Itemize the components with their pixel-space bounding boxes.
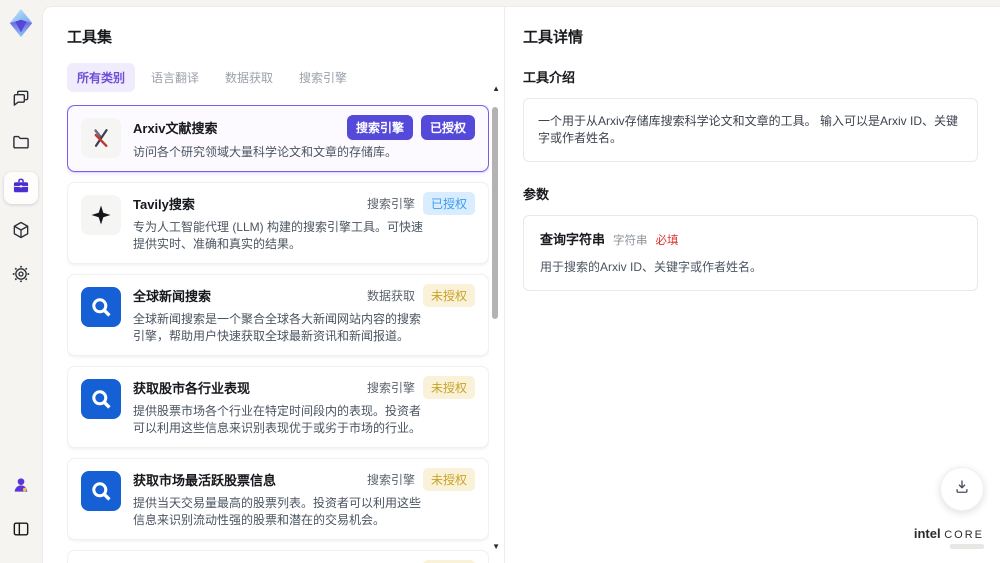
sidebar-item-packages[interactable] — [4, 216, 38, 248]
brand-subtext-blur — [950, 544, 984, 549]
tool-description: 专为人工智能代理 (LLM) 构建的搜索引擎工具。可快速提供实时、准确和真实的结… — [133, 219, 424, 252]
app-logo-icon — [6, 8, 36, 38]
params-heading: 参数 — [523, 187, 550, 202]
category-badge: 搜索引擎 — [346, 115, 413, 140]
magnifier-logo-icon — [81, 470, 121, 511]
sidebar-item-settings[interactable] — [4, 260, 38, 292]
app-window: 工具集 所有类别 语言翻译 数据获取 搜索引擎 Arxiv文献搜索 搜索引擎 已授权 … — [0, 0, 1000, 563]
tab-3[interactable]: 搜索引擎 — [289, 63, 357, 92]
tab-2[interactable]: 数据获取 — [215, 63, 283, 92]
category-badge: 数据获取 — [366, 288, 415, 303]
auth-status-badge: 未授权 — [422, 467, 475, 491]
panel-layout-icon — [11, 519, 31, 544]
folder-icon — [11, 132, 31, 157]
scroll-down-arrow[interactable]: ▼ — [492, 543, 500, 551]
main-content: 工具集 所有类别 语言翻译 数据获取 搜索引擎 Arxiv文献搜索 搜索引擎 已授权 … — [42, 6, 1000, 563]
gear-icon — [11, 264, 31, 289]
tool-list: Arxiv文献搜索 搜索引擎 已授权 访问各个研究领域大量科学论文和文章的存储库… — [67, 105, 489, 563]
intro-heading: 工具介绍 — [523, 70, 576, 85]
sidebar-item-collapse[interactable] — [4, 515, 38, 547]
tool-name: Tavily搜索 — [133, 196, 195, 212]
tool-description: 提供股票市场各个行业在特定时间段内的表现。投资者可以利用这些信息来识别表现优于或… — [133, 403, 422, 436]
tab-0[interactable]: 所有类别 — [67, 63, 136, 92]
tool-name: 获取市场最活跃股票信息 — [133, 472, 277, 488]
tool-name: 全球新闻搜索 — [133, 288, 212, 304]
magnifier-logo-icon — [81, 378, 121, 419]
parameter-card: 查询字符串 字符串 必填 用于搜索的Arxiv ID、关键字或作者姓名。 — [523, 215, 978, 291]
user-icon — [11, 475, 31, 500]
arxiv-logo-icon — [81, 118, 121, 158]
auth-status-badge: 未授权 — [422, 375, 475, 399]
tavily-star-icon — [81, 194, 121, 235]
tool-card[interactable]: Tavily搜索 搜索引擎 已授权 专为人工智能代理 (LLM) 构建的搜索引擎… — [67, 181, 489, 264]
tool-name: 获取股市各行业表现 — [133, 380, 251, 396]
scrollbar-thumb[interactable] — [492, 107, 498, 319]
brand-core-text: core — [944, 529, 984, 541]
sidebar-item-files[interactable] — [4, 128, 38, 160]
download-icon — [953, 478, 971, 501]
detail-title: 工具详情 — [523, 29, 584, 46]
auth-status-badge: 已授权 — [420, 115, 475, 140]
scrollbar[interactable] — [492, 95, 498, 547]
tool-description: 访问各个研究领域大量科学论文和文章的存储库。 — [133, 145, 398, 159]
category-badge: 搜索引擎 — [366, 196, 415, 211]
scroll-up-arrow[interactable]: ▲ — [492, 85, 500, 93]
sidebar-item-user[interactable] — [4, 471, 38, 503]
sidebar-item-toolbox[interactable] — [4, 172, 38, 204]
param-name: 查询字符串 — [540, 232, 606, 247]
tab-1[interactable]: 语言翻译 — [141, 63, 209, 92]
cube-icon — [11, 220, 31, 245]
param-description: 用于搜索的Arxiv ID、关键字或作者姓名。 — [540, 260, 763, 274]
tool-detail-pane: 工具详情 工具介绍 一个用于从Arxiv存储库搜索科学论文和文章的工具。 输入可… — [504, 7, 1000, 563]
brand-intel-text: intel — [913, 526, 941, 541]
tool-card[interactable]: 获取股市各行业表现 搜索引擎 未授权 提供股票市场各个行业在特定时间段内的表现。… — [67, 365, 489, 448]
category-badge: 搜索引擎 — [366, 380, 415, 395]
tool-card[interactable]: Arxiv文献搜索 搜索引擎 已授权 访问各个研究领域大量科学论文和文章的存储库… — [67, 105, 489, 172]
tool-list-pane: 工具集 所有类别 语言翻译 数据获取 搜索引擎 Arxiv文献搜索 搜索引擎 已授权 … — [43, 7, 504, 563]
tool-card[interactable]: 全球新闻搜索 数据获取 未授权 全球新闻搜索是一个聚合全球各大新闻网站内容的搜索… — [67, 273, 489, 356]
tool-description: 全球新闻搜索是一个聚合全球各大新闻网站内容的搜索引擎，帮助用户快速获取全球最新资… — [133, 311, 422, 344]
page-title: 工具集 — [67, 29, 113, 46]
tool-card[interactable]: 万维地区新闻查询 搜索引擎 未授权 查询具体行政区划内的新闻，快速了解各地新闻动… — [67, 549, 489, 563]
tool-intro-text: 一个用于从Arxiv存储库搜索科学论文和文章的工具。 输入可以是Arxiv ID… — [523, 98, 978, 162]
magnifier-logo-icon — [81, 286, 121, 327]
sidebar-item-chat[interactable] — [4, 84, 38, 116]
param-required-badge: 必填 — [655, 235, 679, 247]
download-button[interactable] — [940, 467, 984, 511]
auth-status-badge: 已授权 — [422, 191, 475, 215]
tool-card[interactable]: 获取市场最活跃股票信息 搜索引擎 未授权 提供当天交易量最高的股票列表。投资者可… — [67, 457, 489, 540]
auth-status-badge: 未授权 — [422, 283, 475, 307]
category-badge: 搜索引擎 — [366, 472, 415, 487]
chat-icon — [11, 88, 31, 113]
toolbox-icon — [11, 176, 31, 201]
tool-description: 提供当天交易量最高的股票列表。投资者可以利用这些信息来识别流动性强的股票和潜在的… — [133, 495, 422, 528]
tool-name: Arxiv文献搜索 — [133, 121, 218, 136]
param-type: 字符串 — [613, 235, 648, 247]
auth-status-badge: 未授权 — [422, 559, 475, 563]
intel-core-logo: intel core — [914, 526, 984, 549]
category-tabs: 所有类别 语言翻译 数据获取 搜索引擎 — [67, 63, 486, 92]
sidebar — [0, 0, 42, 563]
